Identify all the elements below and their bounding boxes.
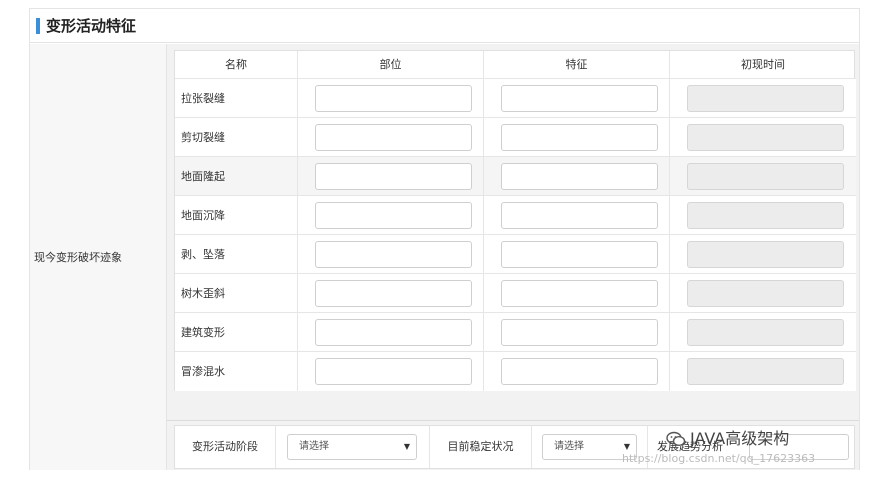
first-time-input[interactable] — [687, 358, 844, 385]
table-row: 剪切裂缝 — [175, 118, 856, 157]
stability-select-value: 请选择 — [554, 441, 584, 452]
feature-input[interactable] — [501, 241, 658, 268]
header-accent-bar — [36, 18, 40, 34]
stage-label: 变形活动阶段 — [192, 440, 258, 453]
watermark: JAVA高级架构 — [666, 426, 866, 452]
row-name: 地面沉降 — [175, 196, 298, 235]
row-name: 剪切裂缝 — [175, 118, 298, 157]
feature-input[interactable] — [501, 280, 658, 307]
panel-header: 变形活动特征 — [30, 9, 859, 43]
table-row: 拉张裂缝 — [175, 79, 856, 118]
first-time-input[interactable] — [687, 202, 844, 229]
position-input[interactable] — [315, 85, 472, 112]
feature-input[interactable] — [501, 202, 658, 229]
first-time-input[interactable] — [687, 319, 844, 346]
row-name: 建筑变形 — [175, 313, 298, 352]
feature-input[interactable] — [501, 85, 658, 112]
first-time-input[interactable] — [687, 163, 844, 190]
first-time-input[interactable] — [687, 124, 844, 151]
table-row: 树木歪斜 — [175, 274, 856, 313]
first-time-input[interactable] — [687, 85, 844, 112]
row-name: 拉张裂缝 — [175, 79, 298, 118]
header-feature: 特征 — [484, 51, 670, 79]
table-row: 地面隆起 — [175, 157, 856, 196]
deformation-panel: 变形活动特征 现今变形破坏迹象 名称 部位 特征 初现时间 拉张裂缝 剪切裂缝 — [29, 8, 860, 470]
position-input[interactable] — [315, 163, 472, 190]
content-area: 名称 部位 特征 初现时间 拉张裂缝 剪切裂缝 地面隆起 地面沉降 剥、坠落 树… — [167, 44, 859, 470]
feature-input[interactable] — [501, 358, 658, 385]
position-input[interactable] — [315, 280, 472, 307]
position-input[interactable] — [315, 202, 472, 229]
position-input[interactable] — [315, 241, 472, 268]
stage-select[interactable]: 请选择 ▼ — [287, 434, 417, 460]
panel-title: 变形活动特征 — [46, 17, 137, 35]
row-label: 现今变形破坏迹象 — [34, 251, 122, 264]
row-name: 地面隆起 — [175, 157, 298, 196]
row-name: 剥、坠落 — [175, 235, 298, 274]
feature-input[interactable] — [501, 124, 658, 151]
header-name: 名称 — [175, 51, 298, 79]
first-time-input[interactable] — [687, 280, 844, 307]
stability-label: 目前稳定状况 — [447, 440, 514, 453]
table-row: 冒渗混水 — [175, 352, 856, 391]
header-first-time: 初现时间 — [670, 51, 856, 79]
position-input[interactable] — [315, 319, 472, 346]
table-row: 剥、坠落 — [175, 235, 856, 274]
wechat-icon — [666, 431, 686, 447]
watermark-url: https://blog.csdn.net/qq_17623363 — [622, 452, 816, 465]
row-label-cell: 现今变形破坏迹象 — [30, 44, 167, 470]
row-name: 冒渗混水 — [175, 352, 298, 391]
position-input[interactable] — [315, 358, 472, 385]
header-position: 部位 — [298, 51, 484, 79]
position-input[interactable] — [315, 124, 472, 151]
feature-input[interactable] — [501, 163, 658, 190]
row-name: 树木歪斜 — [175, 274, 298, 313]
table-row: 建筑变形 — [175, 313, 856, 352]
table-row: 地面沉降 — [175, 196, 856, 235]
signs-table: 名称 部位 特征 初现时间 拉张裂缝 剪切裂缝 地面隆起 地面沉降 剥、坠落 树… — [174, 50, 856, 391]
caret-down-icon: ▼ — [403, 442, 410, 451]
watermark-text: JAVA高级架构 — [690, 429, 790, 448]
feature-input[interactable] — [501, 319, 658, 346]
stage-select-value: 请选择 — [299, 441, 329, 452]
first-time-input[interactable] — [687, 241, 844, 268]
